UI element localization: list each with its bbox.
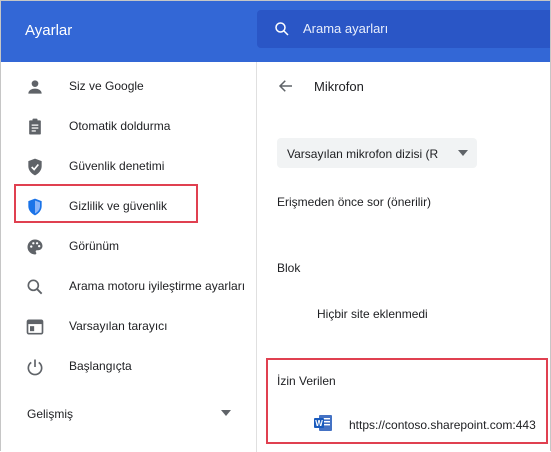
sidebar-item-safety-check[interactable]: Güvenlik denetimi <box>1 147 256 187</box>
sidebar-item-autofill[interactable]: Otomatik doldurma <box>1 107 256 147</box>
allowed-site-url: https://contoso.sharepoint.com:443 <box>349 418 536 432</box>
allowed-section-heading: İzin Verilen <box>277 374 336 388</box>
sidebar-item-appearance[interactable]: Görünüm <box>1 227 256 267</box>
sidebar-item-label: Otomatik doldurma <box>69 119 171 133</box>
sidebar-item-on-startup[interactable]: Başlangıçta <box>1 347 256 387</box>
sidebar-item-label: Arama motoru iyileştirme ayarları <box>69 279 246 293</box>
microphone-select[interactable]: Varsayılan mikrofon dizisi (R <box>277 138 477 168</box>
sidebar-item-label: Varsayılan tarayıcı <box>69 319 168 333</box>
back-arrow-icon[interactable] <box>277 77 295 95</box>
sidebar-item-label: Başlangıçta <box>69 359 132 373</box>
search-input[interactable]: Arama ayarları <box>303 21 388 36</box>
search-icon <box>275 22 289 36</box>
svg-text:W: W <box>315 419 323 428</box>
clipboard-icon <box>29 118 41 135</box>
sidebar-item-default-browser[interactable]: Varsayılan tarayıcı <box>1 307 256 347</box>
chevron-down-icon <box>458 150 468 156</box>
search-icon <box>27 279 43 295</box>
palette-icon <box>27 239 43 255</box>
block-section-heading: Blok <box>277 261 301 275</box>
no-site-added-text: Hiçbir site eklenmedi <box>317 307 428 321</box>
page-title: Mikrofon <box>314 79 364 94</box>
search-box[interactable]: Arama ayarları <box>257 10 550 48</box>
ask-before-access-label[interactable]: Erişmeden önce sor (önerilir) <box>277 195 431 209</box>
allowed-site-row[interactable]: W https://contoso.sharepoint.com:443 <box>313 413 543 435</box>
sidebar-item-search-engine[interactable]: Arama motoru iyileştirme ayarları <box>1 267 256 307</box>
microphone-select-value: Varsayılan mikrofon dizisi (R <box>287 147 439 161</box>
word-icon: W <box>314 415 332 431</box>
browser-icon <box>26 319 44 335</box>
advanced-section-toggle[interactable]: Gelişmiş <box>27 407 73 421</box>
person-icon <box>28 80 42 94</box>
app-title: Ayarlar <box>25 22 73 39</box>
sidebar-item-label: Güvenlik denetimi <box>69 159 165 173</box>
chevron-down-icon[interactable] <box>221 410 231 416</box>
sidebar: Siz ve Google Otomatik doldurma Güvenlik… <box>1 62 257 452</box>
header-bar: Ayarlar Arama ayarları <box>1 1 550 62</box>
power-icon <box>27 359 43 376</box>
privacy-highlight-box <box>14 184 198 223</box>
sidebar-item-you-and-google[interactable]: Siz ve Google <box>1 67 256 107</box>
main-panel: Mikrofon Varsayılan mikrofon dizisi (R E… <box>257 62 550 452</box>
sidebar-item-label: Siz ve Google <box>69 79 144 93</box>
shield-check-icon <box>28 158 42 176</box>
sidebar-item-label: Görünüm <box>69 239 120 253</box>
